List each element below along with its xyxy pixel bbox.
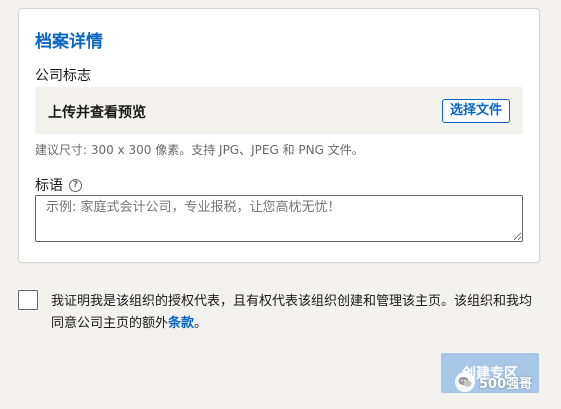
tagline-label: 标语 bbox=[35, 178, 63, 194]
wechat-icon bbox=[455, 372, 475, 392]
upload-preview-label: 上传并查看预览 bbox=[48, 105, 146, 121]
question-circle-icon[interactable]: ? bbox=[69, 178, 82, 192]
profile-details-card: 档案详情 公司标志 上传并查看预览 选择文件 建议尺寸: 300 x 300 像… bbox=[18, 8, 540, 263]
card-title: 档案详情 bbox=[35, 32, 103, 52]
watermark: 500强哥 bbox=[455, 372, 532, 392]
tagline-label-row: 标语 ? bbox=[35, 175, 82, 195]
consent-statement: 我证明我是该组织的授权代表，且有权代表该组织创建和管理该主页。该组织和我均同意公… bbox=[51, 294, 533, 331]
consent-suffix: 。 bbox=[194, 316, 208, 331]
terms-link[interactable]: 条款 bbox=[168, 316, 194, 331]
logo-upload-area[interactable]: 上传并查看预览 选择文件 bbox=[35, 87, 523, 134]
consent-text: 我证明我是该组织的授权代表，且有权代表该组织创建和管理该主页。该组织和我均同意公… bbox=[51, 291, 540, 335]
company-logo-label: 公司标志 bbox=[35, 68, 91, 84]
logo-size-hint: 建议尺寸: 300 x 300 像素。支持 JPG、JPEG 和 PNG 文件。 bbox=[35, 143, 364, 157]
watermark-text: 500强哥 bbox=[479, 376, 533, 392]
consent-checkbox[interactable] bbox=[18, 290, 38, 310]
tagline-input[interactable] bbox=[35, 195, 523, 242]
choose-file-button[interactable]: 选择文件 bbox=[441, 99, 510, 123]
